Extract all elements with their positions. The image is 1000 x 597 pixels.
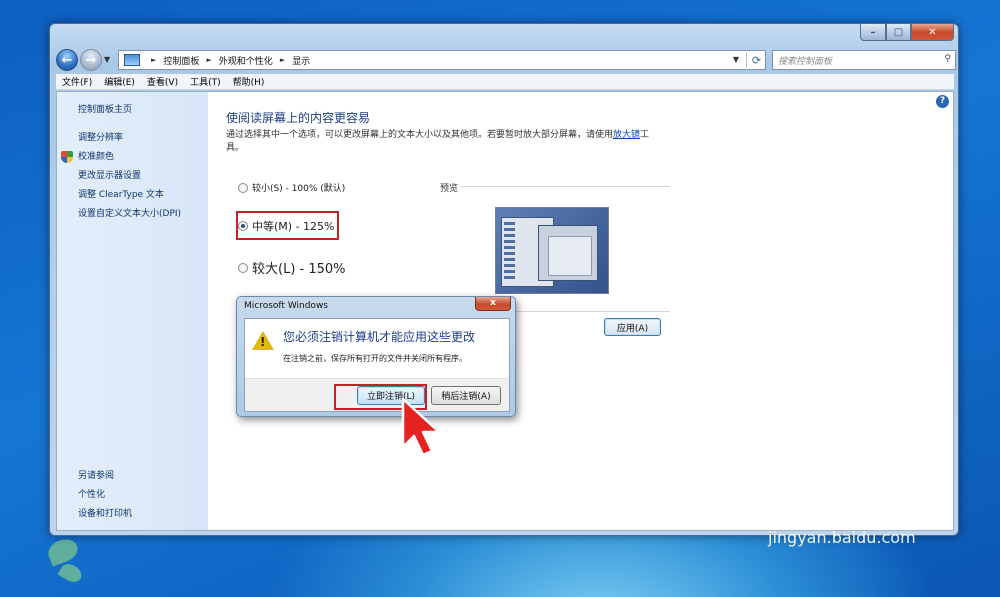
navigation-buttons: ← → ▼: [56, 49, 116, 71]
watermark-url: jingyan.baidu.com: [768, 528, 916, 547]
dialog-close-button[interactable]: x: [475, 297, 511, 311]
refresh-button[interactable]: ⟳: [746, 50, 766, 70]
page-description: 通过选择其中一个选项，可以更改屏幕上的文本大小以及其他项。若要暂时放大部分屏幕，…: [226, 129, 666, 155]
close-button[interactable]: ✕: [911, 24, 954, 41]
apply-button[interactable]: 应用(A): [604, 318, 661, 336]
highlight-box: [236, 211, 339, 240]
menu-edit[interactable]: 编辑(E): [104, 75, 135, 88]
recent-pages-dropdown-icon[interactable]: ▼: [104, 55, 110, 64]
menu-tools[interactable]: 工具(T): [190, 75, 221, 88]
sidebar-item-calibrate-color[interactable]: 校准颜色: [78, 149, 114, 162]
sidebar-item-display-settings[interactable]: 更改显示器设置: [78, 168, 141, 181]
pointer-arrow-icon: [401, 397, 441, 457]
back-arrow-icon: ←: [61, 52, 73, 68]
sidebar-item-personalization[interactable]: 个性化: [78, 487, 105, 500]
option-smaller[interactable]: 较小(S) - 100% (默认): [238, 181, 345, 194]
chevron-right-icon[interactable]: ►: [206, 56, 211, 64]
caption-buttons: – □ ✕: [860, 24, 954, 41]
maximize-button[interactable]: □: [886, 24, 911, 41]
search-placeholder: 搜索控制面板: [778, 56, 833, 67]
shield-icon: [61, 151, 73, 163]
minimize-button[interactable]: –: [860, 24, 886, 41]
sidebar-item-home[interactable]: 控制面板主页: [78, 102, 132, 115]
sidebar-item-cleartype[interactable]: 调整 ClearType 文本: [78, 187, 164, 200]
chevron-right-icon[interactable]: ►: [280, 56, 285, 64]
warning-icon: [252, 331, 274, 350]
forward-button[interactable]: →: [80, 49, 102, 71]
option-larger[interactable]: 较大(L) - 150%: [238, 258, 346, 277]
menu-bar: 文件(F) 编辑(E) 查看(V) 工具(T) 帮助(H): [56, 74, 954, 90]
page-title: 使阅读屏幕上的内容更容易: [226, 111, 371, 125]
preview-label: 预览: [440, 184, 459, 194]
help-icon[interactable]: ?: [936, 95, 949, 108]
breadcrumb-control-panel[interactable]: 控制面板: [163, 54, 199, 67]
option-smaller-label: 较小(S) - 100% (默认): [252, 184, 346, 194]
address-bar[interactable]: ► 控制面板 ► 外观和个性化 ► 显示 ▼: [118, 50, 766, 70]
preview-divider: [461, 186, 670, 187]
refresh-icon: ⟳: [751, 53, 762, 67]
menu-view[interactable]: 查看(V): [147, 75, 178, 88]
breadcrumb-display[interactable]: 显示: [292, 54, 310, 67]
wallpaper-leaf: [57, 560, 85, 586]
dialog-message: 您必须注销计算机才能应用这些更改: [283, 330, 476, 344]
address-dropdown-icon[interactable]: ▼: [733, 55, 739, 64]
preview-window-icon: [538, 225, 598, 281]
magnifier-link[interactable]: 放大镜: [613, 130, 640, 140]
description-text: 通过选择其中一个选项，可以更改屏幕上的文本大小以及其他项。若要暂时放大部分屏幕，…: [226, 130, 614, 140]
radio-larger[interactable]: [238, 262, 248, 273]
preview-image: [495, 207, 609, 294]
menu-file[interactable]: 文件(F): [62, 75, 92, 88]
option-larger-label: 较大(L) - 150%: [252, 262, 346, 277]
control-panel-icon: [124, 54, 140, 66]
menu-help[interactable]: 帮助(H): [233, 75, 265, 88]
dialog-title: Microsoft Windows: [244, 301, 328, 311]
sidebar-item-custom-dpi[interactable]: 设置自定义文本大小(DPI): [78, 206, 181, 219]
see-also-heading: 另请参阅: [78, 471, 115, 481]
watermark: Baidu经验 jingyan.baidu.com: [768, 488, 918, 547]
dialog-detail: 在注销之前，保存所有打开的文件并关闭所有程序。: [283, 354, 467, 363]
chevron-right-icon[interactable]: ►: [151, 56, 156, 64]
breadcrumb-appearance[interactable]: 外观和个性化: [219, 54, 273, 67]
search-input[interactable]: 搜索控制面板 ⚲: [772, 50, 956, 70]
search-icon[interactable]: ⚲: [944, 54, 951, 64]
wallpaper-leaf: [45, 535, 81, 567]
control-panel-window: – □ ✕ ← → ▼ ► 控制面板 ► 外观和个性化 ► 显示 ▼ ⟳ 搜索控…: [49, 23, 959, 536]
radio-smaller[interactable]: [238, 182, 248, 193]
watermark-brand: Baidu经验: [768, 496, 918, 531]
sidebar-item-devices-printers[interactable]: 设备和打印机: [78, 506, 132, 519]
sidebar: 控制面板主页 调整分辨率 校准颜色 更改显示器设置 调整 ClearType 文…: [57, 92, 208, 530]
back-button[interactable]: ←: [56, 49, 78, 71]
forward-arrow-icon: →: [85, 52, 97, 68]
sidebar-item-resolution[interactable]: 调整分辨率: [78, 130, 123, 143]
